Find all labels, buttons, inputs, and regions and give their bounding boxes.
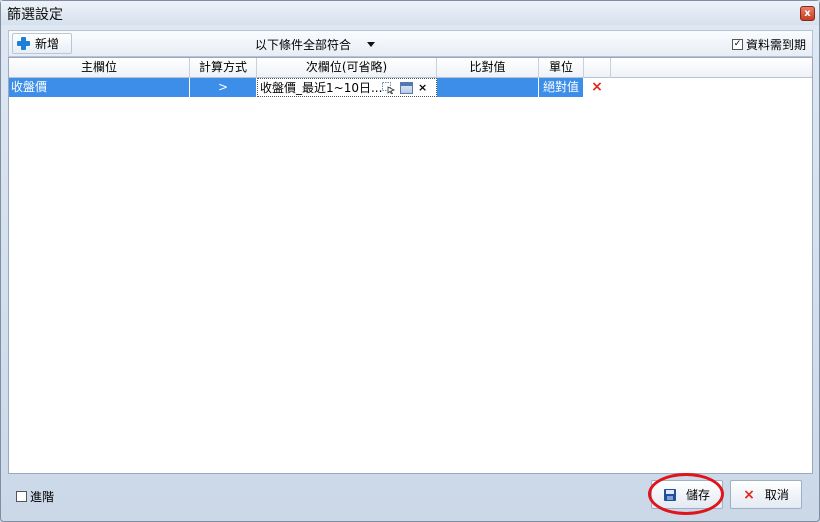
column-header-compare-value[interactable]: 比對值 <box>437 58 539 78</box>
calendar-icon[interactable] <box>400 82 413 94</box>
compare-value-cell[interactable] <box>437 78 539 97</box>
close-button[interactable]: x <box>800 6 815 21</box>
sub-field-cell[interactable]: 收盤價_最近1~10日... × <box>257 78 437 97</box>
title-bar: 篩選設定 x <box>1 1 819 25</box>
pick-field-icon[interactable] <box>382 82 395 94</box>
add-button-label: 新增 <box>35 37 60 51</box>
cancel-button[interactable]: × 取消 <box>730 480 802 509</box>
cancel-x-icon: × <box>743 486 755 503</box>
unit-cell[interactable]: 絕對值 <box>539 78 584 97</box>
calc-method-cell[interactable]: > <box>190 78 257 97</box>
column-header-sub-field[interactable]: 次欄位(可省略) <box>257 58 437 78</box>
condition-grid: 主欄位 計算方式 次欄位(可省略) 比對值 單位 收盤價 > 收盤價_最近1~1… <box>8 57 813 474</box>
plus-icon <box>17 37 30 50</box>
grid-header: 主欄位 計算方式 次欄位(可省略) 比對值 單位 <box>9 58 812 78</box>
table-row[interactable]: 收盤價 > 收盤價_最近1~10日... × 絕對值 × <box>9 78 812 97</box>
dialog-title: 篩選設定 <box>7 7 63 23</box>
save-button-highlight-circle <box>648 473 724 515</box>
filter-settings-dialog: 篩選設定 x 新增 以下條件全部符合 ✓ 資料需到期 主欄位 計算方式 次欄位(… <box>0 0 820 522</box>
match-mode-value: 以下條件全部符合 <box>255 37 352 52</box>
add-condition-button[interactable]: 新增 <box>12 33 72 54</box>
advanced-checkbox-box[interactable] <box>16 491 27 502</box>
dropdown-arrow-icon <box>367 41 376 47</box>
expire-checkbox-box[interactable]: ✓ <box>731 39 743 50</box>
column-header-calc-method[interactable]: 計算方式 <box>190 58 257 78</box>
expire-checkbox[interactable]: ✓ 資料需到期 <box>731 36 806 53</box>
delete-row-cell[interactable]: × <box>584 78 611 97</box>
match-mode-dropdown[interactable]: 以下條件全部符合 <box>255 34 395 54</box>
toolbar: 新增 以下條件全部符合 ✓ 資料需到期 <box>8 30 813 57</box>
clear-sub-field-icon[interactable]: × <box>418 79 427 97</box>
sub-field-value: 收盤價_最近1~10日... <box>260 81 383 95</box>
column-header-main-field[interactable]: 主欄位 <box>9 58 190 78</box>
advanced-checkbox[interactable]: 進階 <box>16 488 54 505</box>
cancel-button-label: 取消 <box>764 488 789 502</box>
advanced-checkbox-label: 進階 <box>30 490 55 504</box>
main-field-cell[interactable]: 收盤價 <box>9 78 190 97</box>
expire-checkbox-label: 資料需到期 <box>745 38 806 52</box>
column-header-unit[interactable]: 單位 <box>539 58 584 78</box>
delete-row-icon[interactable]: × <box>591 79 603 95</box>
column-header-delete <box>584 58 611 78</box>
